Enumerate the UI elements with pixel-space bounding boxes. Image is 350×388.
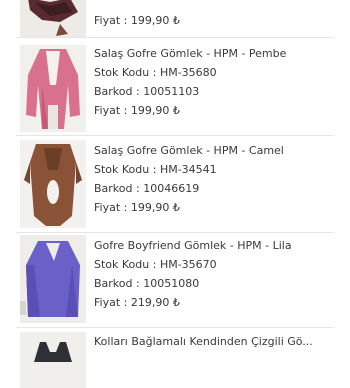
- product-row[interactable]: Salaş Gofre Gömlek - HPM - Camel Stok Ko…: [16, 137, 334, 233]
- product-thumbnail[interactable]: [20, 235, 86, 323]
- product-row[interactable]: Fiyat : 199,90 ₺: [16, 0, 334, 38]
- product-row[interactable]: Salaş Gofre Gömlek - HPM - Pembe Stok Ko…: [16, 40, 334, 136]
- product-thumbnail[interactable]: [20, 332, 86, 388]
- product-stock-code: Stok Kodu : HM-34541: [94, 163, 217, 176]
- product-thumbnail[interactable]: [20, 0, 86, 37]
- product-row[interactable]: Kolları Bağlamalı Kendinden Çizgili Gö..…: [16, 328, 334, 388]
- product-price: Fiyat : 199,90 ₺: [94, 201, 180, 214]
- product-stock-code: Stok Kodu : HM-35670: [94, 258, 217, 271]
- product-thumbnail[interactable]: [20, 45, 86, 132]
- product-name: Kolları Bağlamalı Kendinden Çizgili Gö..…: [94, 335, 313, 348]
- product-name: Gofre Boyfriend Gömlek - HPM - Lila: [94, 239, 292, 252]
- product-price: Fiyat : 219,90 ₺: [94, 296, 180, 309]
- product-name: Salaş Gofre Gömlek - HPM - Pembe: [94, 47, 287, 60]
- product-price: Fiyat : 199,90 ₺: [94, 14, 180, 27]
- product-thumbnail[interactable]: [20, 140, 86, 228]
- product-barcode: Barkod : 10051080: [94, 277, 200, 290]
- product-row[interactable]: Gofre Boyfriend Gömlek - HPM - Lila Stok…: [16, 232, 334, 328]
- product-stock-code: Stok Kodu : HM-35680: [94, 66, 217, 79]
- product-barcode: Barkod : 10051103: [94, 85, 200, 98]
- product-price: Fiyat : 199,90 ₺: [94, 104, 180, 117]
- product-name: Salaş Gofre Gömlek - HPM - Camel: [94, 144, 284, 157]
- product-barcode: Barkod : 10046619: [94, 182, 200, 195]
